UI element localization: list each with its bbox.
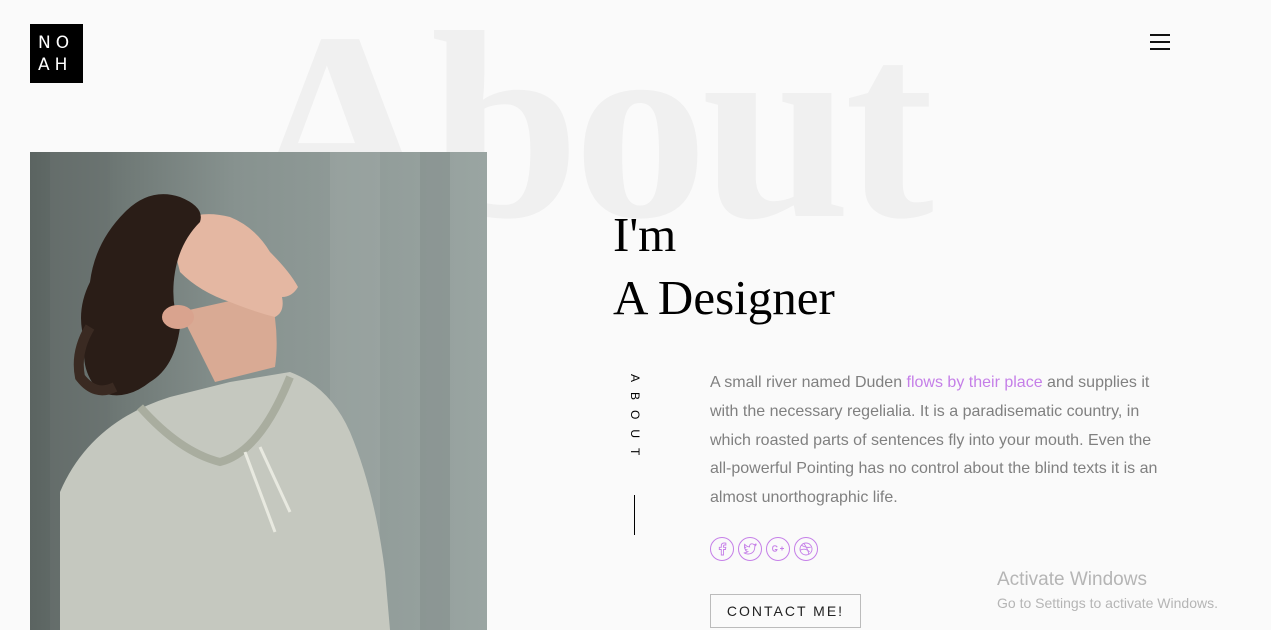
- hero-heading: I'm A Designer: [613, 203, 835, 329]
- facebook-icon[interactable]: [710, 537, 734, 561]
- menu-bar: [1150, 34, 1170, 36]
- hero-line-2: A Designer: [613, 270, 835, 325]
- contact-button[interactable]: CONTACT ME!: [710, 594, 861, 628]
- menu-bar: [1150, 48, 1170, 50]
- watermark-subtitle: Go to Settings to activate Windows.: [997, 595, 1218, 611]
- site-logo[interactable]: NO AH: [30, 24, 83, 83]
- twitter-icon[interactable]: [738, 537, 762, 561]
- profile-photo: [30, 152, 487, 630]
- dribbble-icon[interactable]: [794, 537, 818, 561]
- about-link[interactable]: flows by their place: [907, 374, 1043, 391]
- menu-bar: [1150, 41, 1170, 43]
- watermark-title: Activate Windows: [997, 569, 1147, 590]
- about-text-end: and supplies it with the necessary regel…: [710, 374, 1158, 507]
- about-paragraph: A small river named Duden flows by their…: [710, 369, 1165, 513]
- social-links: [710, 537, 818, 561]
- section-label-vertical: ABOUT: [628, 374, 642, 466]
- windows-activation-watermark: Activate Windows Go to Settings to activ…: [997, 569, 1218, 613]
- logo-line-2: AH: [38, 55, 73, 75]
- hamburger-icon[interactable]: [1150, 34, 1170, 50]
- vertical-divider: [634, 495, 635, 535]
- hero-line-1: I'm: [613, 207, 677, 262]
- about-text-start: A small river named Duden: [710, 374, 907, 391]
- google-plus-icon[interactable]: [766, 537, 790, 561]
- logo-line-1: NO: [38, 33, 75, 53]
